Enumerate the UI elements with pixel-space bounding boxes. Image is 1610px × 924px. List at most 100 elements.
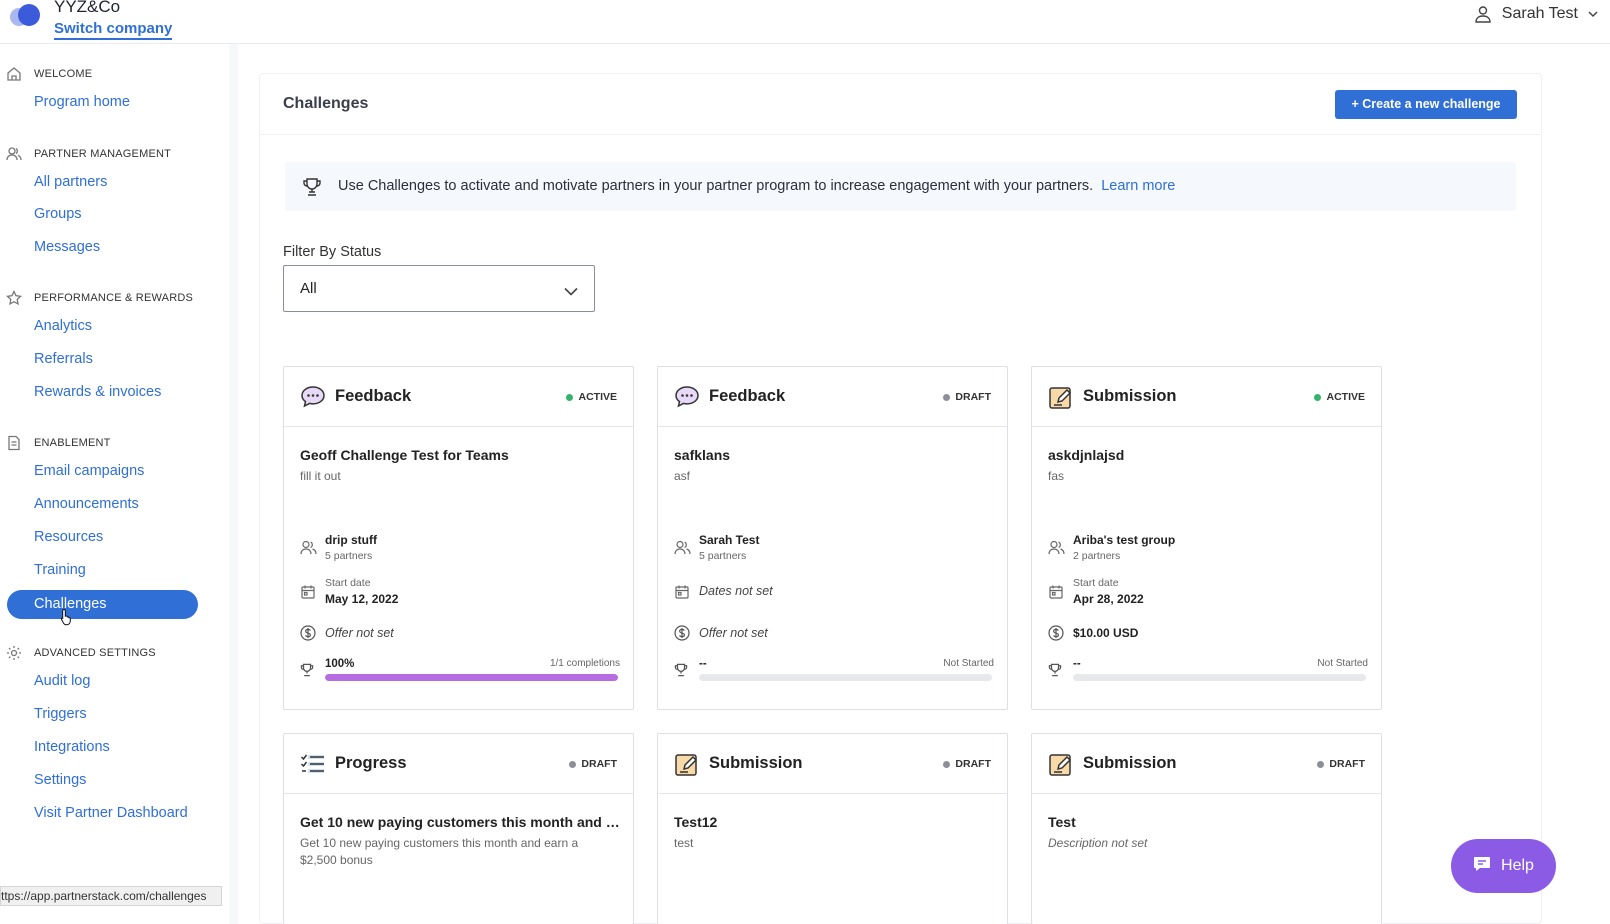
chat-bubble-icon	[300, 385, 326, 414]
switch-company-link[interactable]: Switch company	[54, 20, 173, 40]
card-type: Feedback	[709, 387, 786, 405]
section-enablement: ENABLEMENT	[6, 435, 111, 451]
star-icon	[6, 290, 22, 306]
trophy-icon	[674, 663, 688, 682]
trophy-icon	[302, 177, 322, 202]
sidebar-item-training[interactable]: Training	[34, 562, 86, 578]
sidebar-item-announcements[interactable]: Announcements	[34, 496, 139, 512]
sidebar-item-analytics[interactable]: Analytics	[34, 318, 92, 334]
challenge-description: asf	[674, 469, 691, 483]
sidebar-item-audit-log[interactable]: Audit log	[34, 673, 90, 689]
status-filter-select[interactable]: All	[283, 265, 595, 312]
user-name: Sarah Test	[1501, 5, 1578, 22]
group-name: Ariba's test group	[1073, 533, 1176, 547]
section-welcome: WELCOME	[6, 66, 92, 82]
dollar-icon	[674, 625, 690, 646]
browser-status-url: ttps://app.partnerstack.com/challenges	[0, 886, 222, 906]
edit-document-icon	[674, 752, 700, 783]
filter-value: All	[300, 280, 317, 297]
chevron-down-icon	[564, 283, 578, 301]
users-icon	[1048, 540, 1065, 560]
challenge-name: safklans	[674, 447, 731, 463]
hand-cursor-icon	[60, 608, 74, 631]
offer-row: Offer not set	[300, 625, 620, 643]
user-menu[interactable]: Sarah Test	[1474, 5, 1598, 23]
section-advanced-settings: ADVANCED SETTINGS	[6, 645, 156, 661]
card-type: Progress	[335, 754, 407, 772]
partner-group-row: Sarah Test 5 partners	[674, 533, 994, 563]
challenge-description: fas	[1048, 469, 1065, 483]
sidebar-item-all-partners[interactable]: All partners	[34, 174, 107, 190]
offer-row: $10.00 USD	[1048, 625, 1368, 643]
company-logo	[10, 2, 40, 30]
chat-icon	[1473, 856, 1491, 877]
sidebar-item-messages[interactable]: Messages	[34, 239, 100, 255]
help-button[interactable]: Help	[1451, 839, 1556, 893]
challenge-card[interactable]: Submission ACTIVE askdjnlajsd fas Ariba'…	[1031, 366, 1382, 710]
challenge-card[interactable]: Progress DRAFT Get 10 new paying custome…	[283, 733, 634, 924]
learn-more-link[interactable]: Learn more	[1101, 178, 1175, 194]
info-banner: Use Challenges to activate and motivate …	[285, 162, 1516, 211]
offer-text: $10.00 USD	[1073, 626, 1139, 640]
users-icon	[300, 540, 317, 560]
user-icon	[1474, 5, 1492, 23]
challenge-name: Get 10 new paying customers this month a…	[300, 814, 620, 830]
trophy-icon	[1048, 663, 1062, 682]
partner-group-row: Ariba's test group 2 partners	[1048, 533, 1368, 563]
section-performance-rewards: PERFORMANCE & REWARDS	[6, 290, 193, 306]
date-value: May 12, 2022	[325, 592, 399, 606]
challenge-name: askdjnlajsd	[1048, 447, 1125, 463]
challenge-name: Test	[1048, 814, 1076, 830]
card-type: Submission	[1083, 387, 1177, 405]
challenge-card[interactable]: Submission DRAFT Test12 test	[657, 733, 1008, 924]
banner-text: Use Challenges to activate and motivate …	[338, 178, 1094, 194]
trophy-icon	[300, 663, 314, 682]
progress-row: -- Not Started	[1048, 658, 1368, 683]
progress-bar	[1073, 674, 1366, 681]
challenge-card[interactable]: Feedback DRAFT safklans asf Sarah Test 5…	[657, 366, 1008, 710]
sidebar-item-triggers[interactable]: Triggers	[34, 706, 87, 722]
card-type: Submission	[1083, 754, 1177, 772]
sidebar-item-program-home[interactable]: Program home	[34, 94, 130, 110]
chevron-down-icon	[1588, 10, 1598, 18]
sidebar-item-resources[interactable]: Resources	[34, 529, 103, 545]
sidebar-item-challenges[interactable]: Challenges	[7, 590, 198, 619]
status-badge: DRAFT	[943, 758, 991, 770]
status-badge: ACTIVE	[566, 391, 617, 403]
sidebar-item-rewards-invoices[interactable]: Rewards & invoices	[34, 384, 161, 400]
help-label: Help	[1501, 857, 1534, 874]
calendar-icon	[1048, 584, 1064, 605]
progress-status: Not Started	[943, 658, 994, 669]
sidebar-item-settings[interactable]: Settings	[34, 772, 86, 788]
sidebar-item-email-campaigns[interactable]: Email campaigns	[34, 463, 144, 479]
sidebar-item-groups[interactable]: Groups	[34, 206, 82, 222]
challenge-card[interactable]: Submission DRAFT Test Description not se…	[1031, 733, 1382, 924]
sidebar-item-visit-partner-dashboard[interactable]: Visit Partner Dashboard	[34, 805, 188, 821]
users-icon	[6, 146, 22, 162]
sidebar-item-integrations[interactable]: Integrations	[34, 739, 110, 755]
progress-label: 100%	[325, 658, 355, 670]
challenge-description: test	[674, 836, 694, 850]
date-label: Start date	[1073, 577, 1119, 589]
card-header: Feedback DRAFT	[658, 367, 1007, 427]
progress-row: 100% 1/1 completions	[300, 658, 620, 683]
progress-status: Not Started	[1317, 658, 1368, 669]
challenge-description: fill it out	[300, 469, 341, 483]
progress-row: -- Not Started	[674, 658, 994, 683]
calendar-icon	[300, 584, 316, 605]
create-challenge-button[interactable]: + Create a new challenge	[1335, 90, 1517, 119]
progress-label: --	[699, 658, 707, 670]
offer-text: Offer not set	[699, 626, 768, 640]
challenge-description: Description not set	[1048, 836, 1148, 850]
top-bar: YYZ&Co Switch company Sarah Test	[0, 0, 1610, 44]
checklist-icon	[300, 752, 326, 781]
dollar-icon	[300, 625, 316, 646]
divider	[259, 134, 1542, 135]
offer-text: Offer not set	[325, 626, 394, 640]
sidebar: WELCOME Program home PARTNER MANAGEMENT …	[0, 44, 229, 924]
sidebar-item-referrals[interactable]: Referrals	[34, 351, 93, 367]
group-name: drip stuff	[325, 533, 377, 547]
edit-document-icon	[1048, 385, 1074, 416]
challenge-card[interactable]: Feedback ACTIVE Geoff Challenge Test for…	[283, 366, 634, 710]
card-header: Submission DRAFT	[1032, 734, 1381, 794]
